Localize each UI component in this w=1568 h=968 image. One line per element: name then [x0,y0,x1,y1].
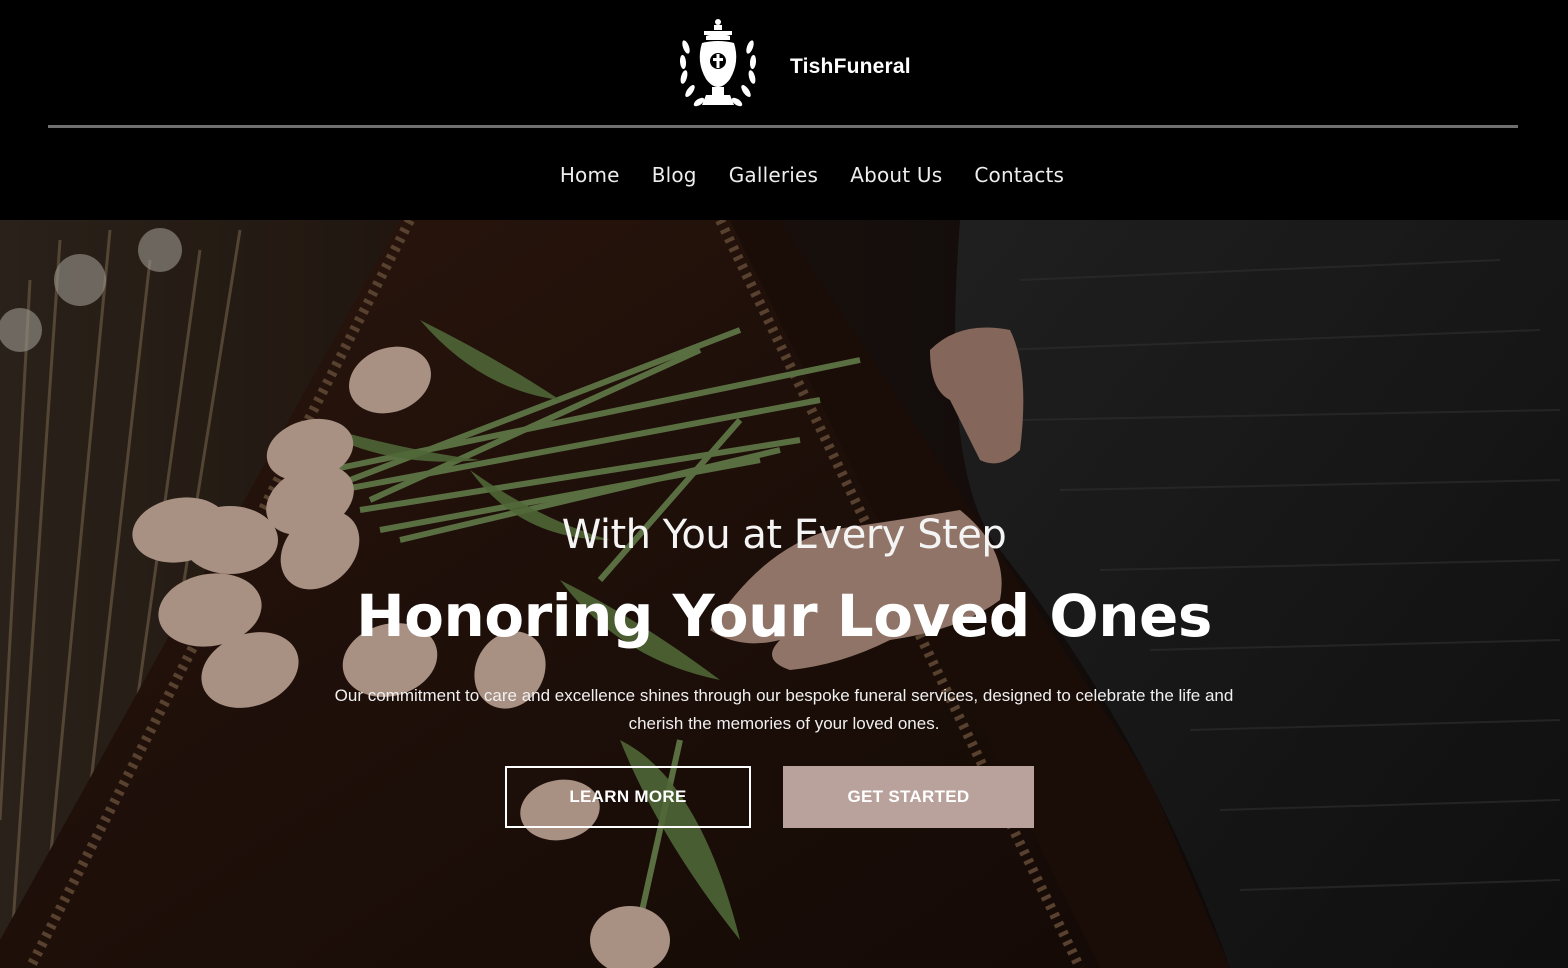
site-header: TishFuneral Home Blog Galleries About Us… [0,0,1568,220]
nav-about-us[interactable]: About Us [850,160,942,190]
hero-description: Our commitment to care and excellence sh… [334,686,1234,733]
brand[interactable]: TishFuneral [676,16,911,118]
nav-galleries[interactable]: Galleries [729,160,818,190]
nav-home[interactable]: Home [560,160,620,190]
hero-eyebrow: With You at Every Step [561,512,1007,558]
hero-headline: Honoring Your Loved Ones [356,582,1212,650]
learn-more-button[interactable]: LEARN MORE [505,766,751,828]
header-divider [48,125,1518,128]
main-nav: Home Blog Galleries About Us Contacts [0,160,1568,190]
brand-name[interactable]: TishFuneral [790,55,911,79]
hero-section: With You at Every Step Honoring Your Lov… [0,220,1568,968]
nav-contacts[interactable]: Contacts [974,160,1064,190]
urn-wreath-icon [679,19,757,107]
get-started-button[interactable]: GET STARTED [783,766,1034,828]
nav-blog[interactable]: Blog [652,160,697,190]
